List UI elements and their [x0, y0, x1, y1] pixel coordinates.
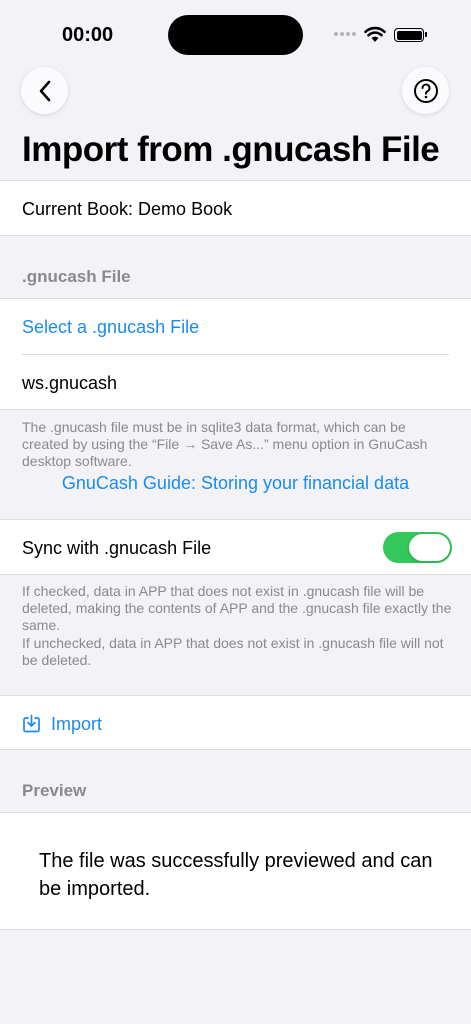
select-file-button[interactable]: Select a .gnucash File — [22, 317, 199, 338]
import-download-icon — [23, 714, 40, 733]
import-row[interactable]: Import — [0, 695, 471, 750]
current-book-label: Current Book: Demo Book — [22, 199, 233, 219]
file-section: Select a .gnucash File ws.gnucash — [0, 298, 471, 410]
import-button[interactable]: Import — [51, 714, 102, 735]
file-format-note: The .gnucash file must be in sqlite3 dat… — [22, 419, 428, 469]
sync-toggle[interactable] — [383, 532, 452, 563]
gnucash-guide-link[interactable]: GnuCash Guide: Storing your financial da… — [0, 473, 471, 494]
sync-checked-note: If checked, data in APP that does not ex… — [22, 583, 452, 633]
file-section-header: .gnucash File — [22, 267, 131, 286]
preview-card: The file was successfully previewed and … — [0, 812, 471, 930]
status-time: 00:00 — [62, 24, 114, 46]
sync-unchecked-note: If unchecked, data in APP that does not … — [22, 635, 444, 668]
current-book-row: Current Book: Demo Book — [0, 180, 471, 236]
sync-row: Sync with .gnucash File — [0, 519, 471, 575]
toggle-knob — [409, 534, 450, 561]
status-icons — [334, 26, 434, 44]
sync-label: Sync with .gnucash File — [22, 538, 212, 558]
chevron-left-icon — [39, 80, 50, 101]
preview-section-header: Preview — [22, 781, 87, 800]
selected-file-name: ws.gnucash — [22, 373, 118, 393]
wifi-icon — [364, 26, 386, 42]
status-bar: 00:00 — [0, 0, 471, 60]
back-button[interactable] — [21, 67, 68, 114]
cellular-signal-icon — [334, 32, 356, 36]
question-circle-icon — [413, 78, 438, 103]
page-title: Import from .gnucash File — [22, 130, 440, 169]
battery-cap — [425, 32, 427, 37]
help-button[interactable] — [402, 67, 449, 114]
dynamic-island — [168, 15, 303, 55]
battery-icon — [394, 28, 424, 42]
row-separator — [22, 354, 449, 355]
preview-message: The file was successfully previewed and … — [39, 850, 433, 900]
